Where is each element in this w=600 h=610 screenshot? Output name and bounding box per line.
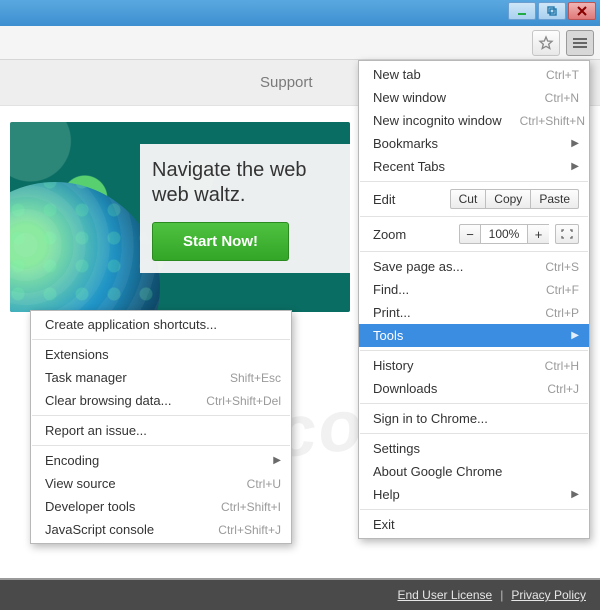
menu-signin[interactable]: Sign in to Chrome... <box>359 407 589 430</box>
menu-about[interactable]: About Google Chrome <box>359 460 589 483</box>
menu-separator <box>360 181 588 182</box>
menu-zoom-label: Zoom <box>373 227 406 242</box>
hero-banner: Navigate the web web waltz. Start Now! <box>10 122 350 312</box>
menu-separator <box>360 433 588 434</box>
menu-edit-row: Edit Cut Copy Paste <box>359 185 589 213</box>
edit-paste-button[interactable]: Paste <box>531 189 579 209</box>
fullscreen-icon <box>561 229 573 239</box>
tools-clear-data[interactable]: Clear browsing data...Ctrl+Shift+Del <box>31 389 291 412</box>
tools-task-manager[interactable]: Task managerShift+Esc <box>31 366 291 389</box>
hero-card: Navigate the web web waltz. Start Now! <box>140 144 350 273</box>
menu-new-tab[interactable]: New tabCtrl+T <box>359 63 589 86</box>
star-icon <box>538 35 554 51</box>
menu-bookmarks[interactable]: Bookmarks▶ <box>359 132 589 155</box>
chrome-menu-button[interactable] <box>566 30 594 56</box>
bookmark-star-button[interactable] <box>532 30 560 56</box>
menu-save-page[interactable]: Save page as...Ctrl+S <box>359 255 589 278</box>
start-now-button[interactable]: Start Now! <box>152 222 289 261</box>
edit-copy-button[interactable]: Copy <box>486 189 531 209</box>
window-titlebar <box>0 0 600 26</box>
menu-separator <box>32 339 290 340</box>
menu-recent-tabs[interactable]: Recent Tabs▶ <box>359 155 589 178</box>
hamburger-icon <box>573 36 587 50</box>
edit-cut-button[interactable]: Cut <box>450 189 487 209</box>
chevron-right-icon: ▶ <box>571 330 579 341</box>
chevron-right-icon: ▶ <box>273 455 281 466</box>
maximize-button[interactable] <box>538 2 566 20</box>
zoom-in-button[interactable]: + <box>527 224 549 244</box>
tools-report-issue[interactable]: Report an issue... <box>31 419 291 442</box>
end-user-license-link[interactable]: End User License <box>397 588 492 602</box>
chevron-right-icon: ▶ <box>571 161 579 172</box>
chevron-right-icon: ▶ <box>571 138 579 149</box>
menu-separator <box>360 403 588 404</box>
browser-toolbar <box>0 26 600 60</box>
privacy-policy-link[interactable]: Privacy Policy <box>511 588 586 602</box>
menu-history[interactable]: HistoryCtrl+H <box>359 354 589 377</box>
menu-print[interactable]: Print...Ctrl+P <box>359 301 589 324</box>
menu-separator <box>360 509 588 510</box>
close-window-button[interactable] <box>568 2 596 20</box>
hero-headline: Navigate the web web waltz. <box>152 158 340 208</box>
menu-tools[interactable]: Tools▶ <box>359 324 589 347</box>
menu-separator <box>32 445 290 446</box>
menu-settings[interactable]: Settings <box>359 437 589 460</box>
menu-find[interactable]: Find...Ctrl+F <box>359 278 589 301</box>
menu-separator <box>32 415 290 416</box>
menu-downloads[interactable]: DownloadsCtrl+J <box>359 377 589 400</box>
menu-exit[interactable]: Exit <box>359 513 589 536</box>
page-footer: End User License | Privacy Policy <box>0 578 600 610</box>
zoom-out-button[interactable]: − <box>459 224 481 244</box>
menu-zoom-row: Zoom − 100% + <box>359 220 589 248</box>
tools-developer-tools[interactable]: Developer toolsCtrl+Shift+I <box>31 495 291 518</box>
chrome-tools-submenu: Create application shortcuts... Extensio… <box>30 310 292 544</box>
tools-js-console[interactable]: JavaScript consoleCtrl+Shift+J <box>31 518 291 541</box>
tools-create-shortcuts[interactable]: Create application shortcuts... <box>31 313 291 336</box>
support-link[interactable]: Support <box>260 74 313 91</box>
menu-help[interactable]: Help▶ <box>359 483 589 506</box>
menu-separator <box>360 350 588 351</box>
minimize-button[interactable] <box>508 2 536 20</box>
menu-new-incognito[interactable]: New incognito windowCtrl+Shift+N <box>359 109 589 132</box>
fullscreen-button[interactable] <box>555 224 579 244</box>
menu-separator <box>360 216 588 217</box>
tools-extensions[interactable]: Extensions <box>31 343 291 366</box>
menu-edit-label: Edit <box>373 192 395 207</box>
globe-graphic <box>10 182 160 312</box>
chrome-main-menu: New tabCtrl+T New windowCtrl+N New incog… <box>358 60 590 539</box>
chevron-right-icon: ▶ <box>571 489 579 500</box>
footer-separator: | <box>500 588 503 602</box>
tools-encoding[interactable]: Encoding▶ <box>31 449 291 472</box>
tools-view-source[interactable]: View sourceCtrl+U <box>31 472 291 495</box>
menu-separator <box>360 251 588 252</box>
zoom-value: 100% <box>481 224 527 244</box>
menu-new-window[interactable]: New windowCtrl+N <box>359 86 589 109</box>
